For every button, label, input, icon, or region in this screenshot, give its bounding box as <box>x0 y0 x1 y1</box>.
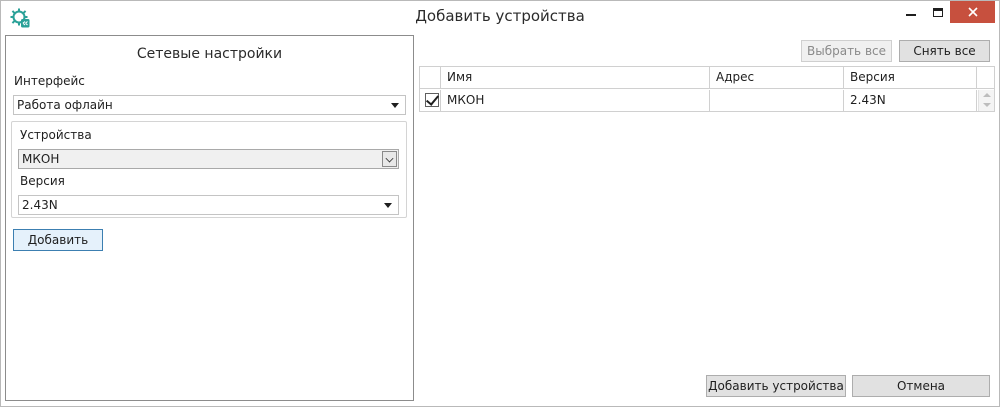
version-label: Версия <box>20 174 65 188</box>
column-header-address[interactable]: Адрес <box>710 67 844 89</box>
row-version-cell: 2.43N <box>844 90 977 111</box>
column-header-name[interactable]: Имя <box>441 67 710 89</box>
close-icon <box>967 7 978 17</box>
row-checkbox[interactable] <box>425 93 439 107</box>
vertical-scrollbar[interactable] <box>978 90 994 111</box>
devices-dropdown-button[interactable] <box>382 151 397 167</box>
scroll-down-icon <box>983 103 991 107</box>
scroll-up-icon <box>983 93 991 97</box>
devices-value: МКОН <box>22 152 60 166</box>
devices-table: Имя Адрес Версия МКОН 2.43N <box>419 66 995 112</box>
network-settings-panel: Сетевые настройки Интерфейс Работа офлай… <box>5 35 414 401</box>
interface-value: Работа офлайн <box>17 98 113 112</box>
window-title: Добавить устройства <box>415 7 585 25</box>
header-check-column <box>420 67 441 89</box>
interface-select[interactable]: Работа офлайн <box>13 95 406 115</box>
cancel-button[interactable]: Отмена <box>852 375 990 397</box>
minimize-button[interactable] <box>896 1 926 23</box>
devices-select[interactable]: МКОН <box>18 149 399 169</box>
devices-label: Устройства <box>20 128 92 142</box>
maximize-icon <box>933 7 943 17</box>
minimize-icon <box>906 14 916 16</box>
add-button[interactable]: Добавить <box>13 229 103 251</box>
row-name-cell: МКОН <box>441 90 710 111</box>
table-row[interactable]: МКОН 2.43N <box>420 90 994 111</box>
dropdown-arrow-icon <box>391 103 399 108</box>
table-header: Имя Адрес Версия <box>420 67 994 89</box>
interface-label: Интерфейс <box>14 74 85 88</box>
select-all-button[interactable]: Выбрать все <box>801 40 892 62</box>
add-devices-window: Добавить устройства Сетевые настройки Ин… <box>0 0 1000 407</box>
device-group: Устройства МКОН Версия 2.43N <box>11 121 407 218</box>
chevron-down-icon <box>385 154 394 163</box>
row-check-cell <box>420 90 441 111</box>
row-address-cell <box>710 90 844 111</box>
column-header-version[interactable]: Версия <box>844 67 977 89</box>
maximize-button[interactable] <box>923 1 953 23</box>
version-value: 2.43N <box>22 198 58 212</box>
close-button[interactable] <box>950 1 995 23</box>
deselect-all-button[interactable]: Снять все <box>899 40 990 62</box>
add-devices-button[interactable]: Добавить устройства <box>706 375 846 397</box>
version-select[interactable]: 2.43N <box>18 195 399 215</box>
dropdown-arrow-icon <box>384 203 392 208</box>
panel-title: Сетевые настройки <box>136 46 283 62</box>
title-bar: Добавить устройства <box>1 1 999 33</box>
